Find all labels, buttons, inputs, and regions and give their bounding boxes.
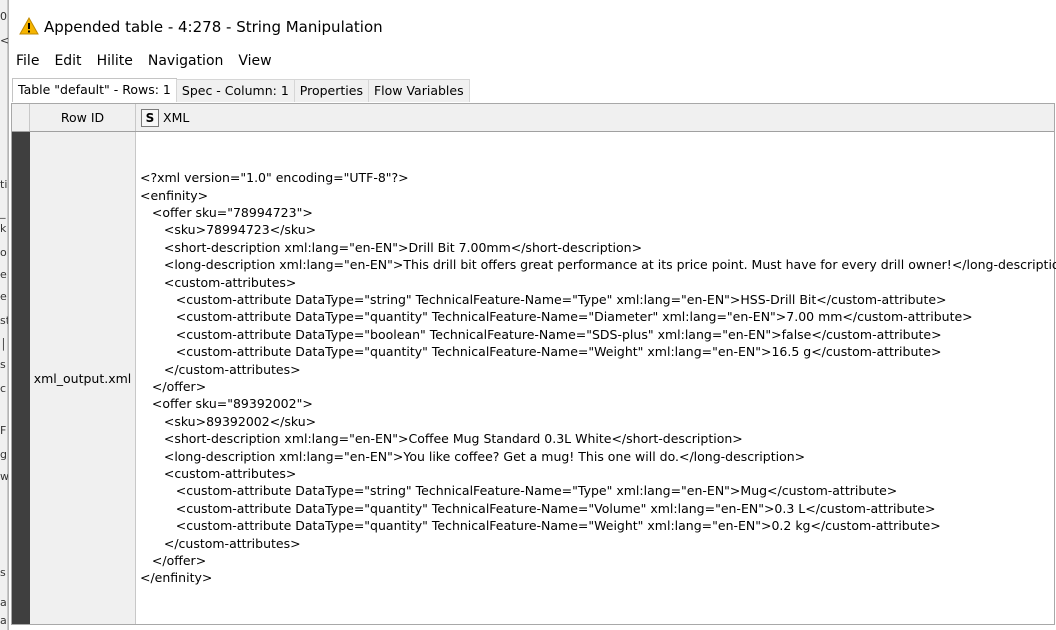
background-fragment: w (0, 470, 8, 483)
xml-line: </custom-attributes> (140, 535, 301, 551)
xml-line: <offer sku="89392002"> (140, 396, 313, 412)
tab-spec[interactable]: Spec - Column: 1 (175, 79, 295, 102)
background-fragment: e (0, 268, 7, 281)
tab-properties[interactable]: Properties (293, 79, 369, 102)
background-fragment: < (0, 34, 8, 47)
background-fragment: a (0, 614, 7, 627)
menu-file[interactable]: File (9, 53, 47, 69)
warning-triangle-icon (19, 17, 39, 35)
row-selection-bar (12, 132, 30, 624)
xml-line: </offer> (140, 379, 207, 394)
xml-line: <sku>78994723</sku> (140, 222, 317, 238)
menu-bar: File Edit Hilite Navigation View (9, 50, 1056, 72)
background-fragment: _ (0, 206, 6, 219)
xml-line: <short-description xml:lang="en-EN">Coff… (140, 431, 743, 447)
background-fragment: a (0, 596, 7, 609)
xml-line: <offer sku="78994723"> (140, 205, 313, 221)
xml-line: <custom-attributes> (140, 274, 297, 290)
title-bar[interactable]: Appended table - 4:278 - String Manipula… (9, 0, 1056, 46)
table-row[interactable]: xml_output.xml <?xml version="1.0" encod… (12, 132, 1056, 624)
xml-line: </enfinity> (140, 570, 213, 586)
header-corner (12, 104, 30, 131)
xml-line: <long-description xml:lang="en-EN">You l… (140, 448, 806, 464)
background-fragment: │ (0, 338, 7, 351)
tab-flow-variables[interactable]: Flow Variables (367, 79, 470, 102)
menu-edit[interactable]: Edit (47, 53, 89, 69)
xml-line: <custom-attributes> (140, 465, 297, 481)
menu-navigation[interactable]: Navigation (141, 53, 232, 69)
xml-line: <custom-attribute DataType="string" Tech… (140, 292, 947, 308)
xml-line: <sku>89392002</sku> (140, 413, 317, 429)
table-header-row: Row ID S XML (12, 104, 1054, 132)
menu-hilite[interactable]: Hilite (90, 53, 141, 69)
background-fragment: st (0, 314, 8, 327)
data-table: Row ID S XML xml_output.xml <?xml versio… (11, 103, 1056, 625)
row-id-cell[interactable]: xml_output.xml (30, 132, 136, 624)
background-fragment: s (0, 566, 6, 579)
xml-line: <custom-attribute DataType="string" Tech… (140, 483, 898, 499)
background-window-strip: 0 < ti _ k o e e st │ s c Fg w s a a (0, 0, 8, 630)
background-fragment: F (0, 424, 7, 437)
tab-bar: Table "default" - Rows: 1 Spec - Column: … (12, 78, 470, 102)
xml-line: </custom-attributes> (140, 361, 301, 377)
xml-cell[interactable]: <?xml version="1.0" encoding="UTF-8"?> <e… (136, 132, 1056, 624)
xml-line: <?xml version="1.0" encoding="UTF-8"?> (140, 170, 409, 186)
xml-line: <short-description xml:lang="en-EN">Dril… (140, 239, 643, 255)
background-fragment: e (0, 290, 7, 303)
xml-line: <custom-attribute DataType="quantity" Te… (140, 518, 941, 534)
tab-table[interactable]: Table "default" - Rows: 1 (12, 78, 177, 102)
window-title: Appended table - 4:278 - String Manipula… (44, 18, 383, 36)
xml-line: <enfinity> (140, 187, 209, 203)
xml-line: <long-description xml:lang="en-EN">This … (140, 257, 1056, 273)
xml-line: <custom-attribute DataType="boolean" Tec… (140, 326, 942, 342)
background-fragment: s (0, 358, 6, 371)
rowid-column-header[interactable]: Row ID (30, 104, 136, 131)
xml-column-header[interactable]: S XML (136, 104, 1054, 131)
xml-line: </offer> (140, 552, 207, 568)
background-fragment: g (0, 448, 7, 461)
background-fragment: o (0, 246, 7, 259)
xml-column-header-label: XML (163, 110, 190, 125)
xml-line: <custom-attribute DataType="quantity" Te… (140, 344, 942, 360)
background-fragment: ti (0, 178, 8, 191)
menu-view[interactable]: View (231, 53, 279, 69)
string-type-icon: S (141, 108, 159, 127)
xml-line: <custom-attribute DataType="quantity" Te… (140, 500, 936, 516)
background-fragment: k (0, 222, 7, 235)
background-fragment: 0 (0, 10, 7, 23)
background-fragment: c (0, 382, 7, 395)
table-view-window: Appended table - 4:278 - String Manipula… (8, 0, 1056, 630)
xml-line: <custom-attribute DataType="quantity" Te… (140, 309, 973, 325)
